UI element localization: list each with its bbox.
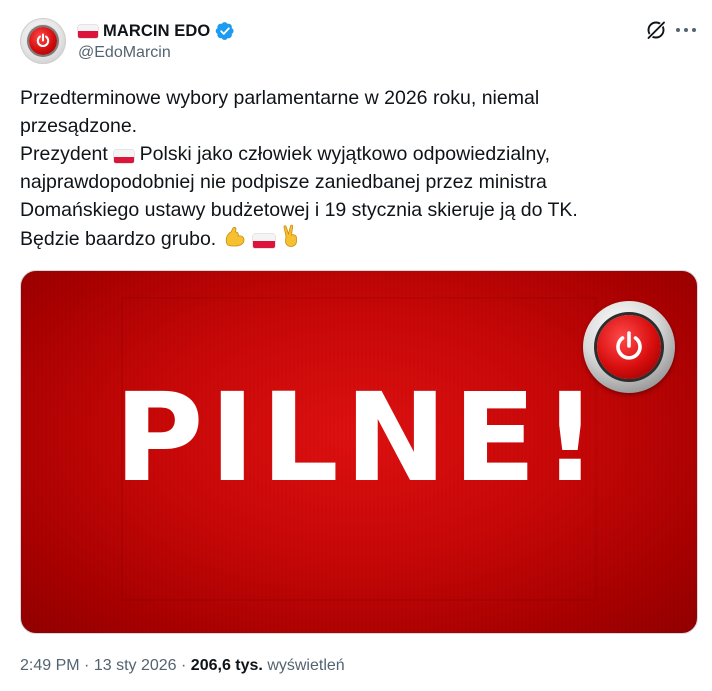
tweet-text: Przedterminowe wybory parlamentarne w 20…: [20, 84, 690, 252]
tweet-line: Domańskiego ustawy budżetowej i 19 stycz…: [20, 199, 578, 221]
media-headline: PILNE!: [114, 367, 604, 509]
poland-flag-icon: [78, 24, 98, 38]
author-name-row[interactable]: MARCIN EDO: [78, 20, 235, 42]
power-icon: [29, 27, 57, 55]
meta-separator: ·: [84, 657, 90, 674]
views-label: wyświetleń: [267, 657, 345, 674]
tweet-line: przesądzone.: [20, 115, 138, 137]
tweet-time[interactable]: 2:49 PM: [20, 657, 80, 674]
tweet-media-image[interactable]: PILNE!: [20, 270, 698, 634]
tweet-line: Prezydent Polski jako człowiek wyjątkowo…: [20, 140, 690, 168]
poland-flag-emoji-icon: [114, 150, 135, 163]
tweet-line: Przedterminowe wybory parlamentarne w 20…: [20, 87, 540, 109]
author-handle[interactable]: @EdoMarcin: [78, 44, 171, 62]
avatar[interactable]: [20, 18, 66, 64]
tweet-meta: 2:49 PM · 13 sty 2026 · 206,6 tys. wyświ…: [20, 657, 345, 675]
author-display-name[interactable]: MARCIN EDO: [103, 22, 210, 41]
victory-hand-icon: [284, 224, 298, 247]
tweet-line: Będzie baardzo grubo.: [20, 224, 690, 252]
more-options-icon[interactable]: [676, 21, 696, 39]
tweet-date[interactable]: 13 sty 2026: [94, 657, 177, 674]
poland-flag-emoji-icon: [253, 234, 276, 248]
meta-separator: ·: [181, 657, 187, 674]
grok-icon[interactable]: [645, 19, 667, 41]
power-button-logo-icon: [583, 301, 675, 393]
views-count[interactable]: 206,6 tys.: [191, 657, 263, 674]
tweet-line-last: Będzie baardzo grubo.: [20, 228, 217, 250]
tweet: MARCIN EDO @EdoMarcin Przedterminowe wyb…: [0, 0, 712, 691]
verified-badge-icon: [216, 22, 234, 40]
tweet-line-prefix: Prezydent: [20, 143, 108, 165]
tweet-line-rest: Polski jako człowiek wyjątkowo odpowiedz…: [139, 143, 551, 165]
tweet-line: najprawdopodobniej nie podpisze zaniedba…: [20, 171, 547, 193]
flexed-biceps-icon: [225, 227, 245, 247]
